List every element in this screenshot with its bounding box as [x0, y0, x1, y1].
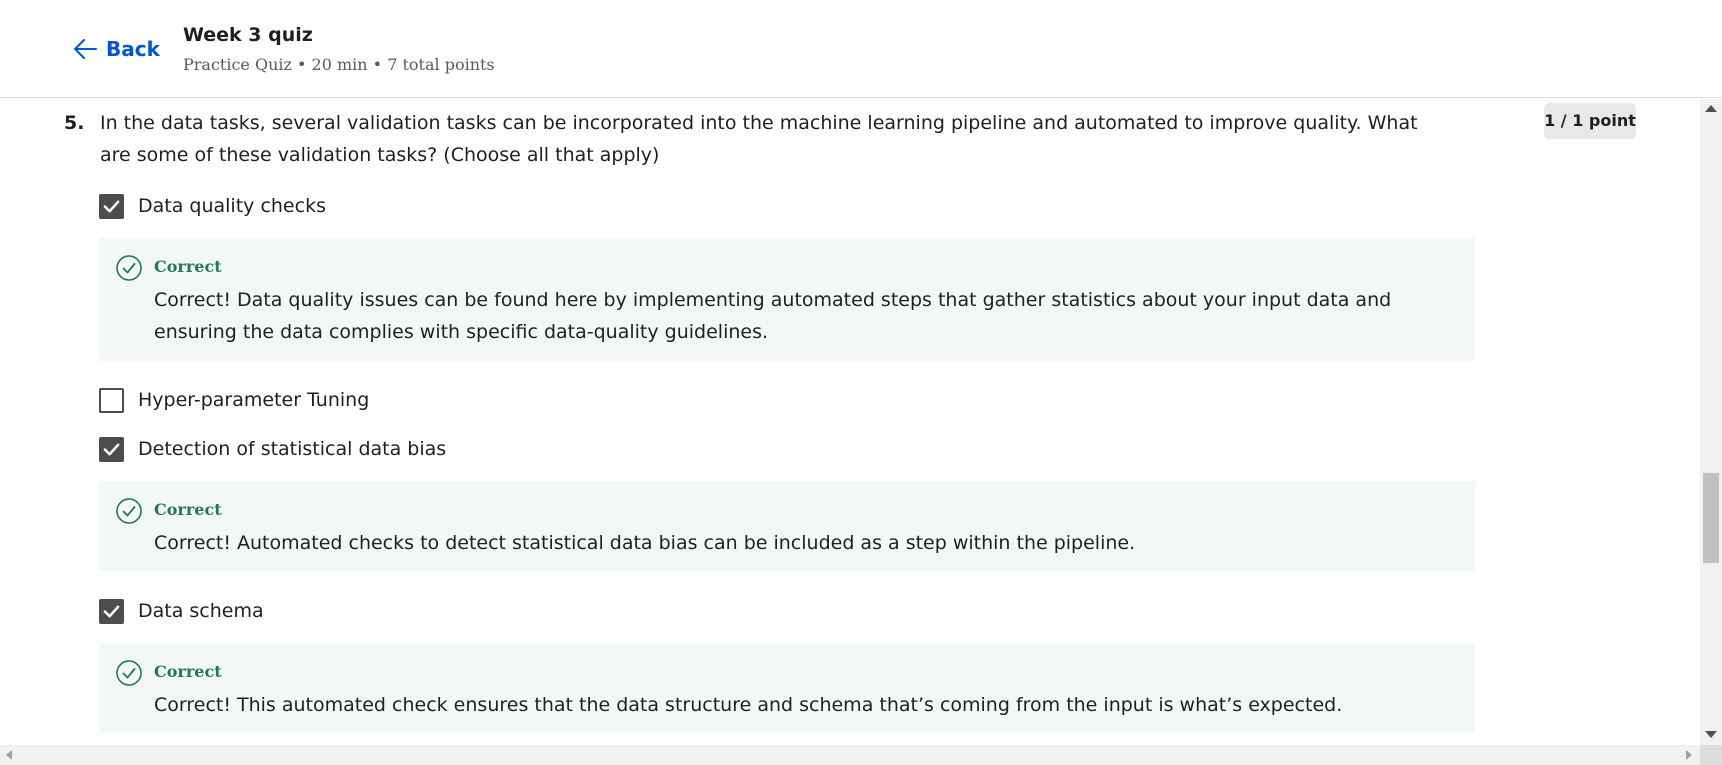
- scroll-up-icon[interactable]: [1705, 105, 1717, 112]
- feedback-correct: Correct Correct! Automated checks to det…: [99, 481, 1475, 571]
- scrollbar-thumb[interactable]: [1703, 473, 1719, 563]
- feedback-correct: Correct Correct! This automated check en…: [99, 643, 1475, 733]
- quiz-content: 5. In the data tasks, several validation…: [0, 99, 1700, 745]
- check-circle-icon: [116, 660, 142, 686]
- quiz-title-block: Week 3 quiz Practice Quiz • 20 min • 7 t…: [183, 22, 495, 76]
- option-label: Hyper-parameter Tuning: [138, 389, 370, 411]
- feedback-title: Correct: [154, 500, 222, 519]
- option-hyper-parameter-tuning[interactable]: Hyper-parameter Tuning: [99, 386, 369, 414]
- horizontal-scrollbar[interactable]: [0, 745, 1700, 765]
- question-text: In the data tasks, several validation ta…: [100, 112, 1418, 166]
- checkbox-unchecked[interactable]: [99, 387, 124, 413]
- option-label: Detection of statistical data bias: [138, 438, 447, 460]
- scroll-right-icon[interactable]: [1686, 750, 1692, 760]
- option-data-quality-checks[interactable]: Data quality checks: [99, 192, 326, 220]
- back-label: Back: [106, 37, 160, 61]
- vertical-scrollbar[interactable]: [1700, 99, 1722, 745]
- check-circle-icon: [116, 255, 142, 281]
- checkmark-icon: [103, 200, 120, 212]
- checkmark-icon: [103, 443, 120, 455]
- back-button[interactable]: Back: [72, 34, 160, 64]
- feedback-correct: Correct Correct! Data quality issues can…: [99, 238, 1475, 361]
- points-badge: 1 / 1 point: [1544, 103, 1636, 139]
- quiz-meta: Practice Quiz • 20 min • 7 total points: [183, 55, 495, 74]
- checkbox-checked[interactable]: [99, 436, 124, 462]
- feedback-text: Correct! This automated check ensures th…: [154, 694, 1343, 716]
- check-circle-icon: [116, 498, 142, 524]
- arrow-left-icon: [74, 39, 97, 59]
- feedback-text: Correct! Data quality issues can be foun…: [154, 289, 1392, 343]
- feedback-text: Correct! Automated checks to detect stat…: [154, 532, 1136, 554]
- checkbox-checked[interactable]: [99, 598, 124, 624]
- feedback-title: Correct: [154, 257, 222, 276]
- checkbox-checked[interactable]: [99, 193, 124, 219]
- option-statistical-data-bias[interactable]: Detection of statistical data bias: [99, 435, 446, 463]
- feedback-title: Correct: [154, 662, 222, 681]
- option-data-schema[interactable]: Data schema: [99, 597, 264, 625]
- quiz-title: Week 3 quiz: [183, 24, 313, 46]
- scroll-down-icon[interactable]: [1705, 731, 1717, 738]
- quiz-header: Back Week 3 quiz Practice Quiz • 20 min …: [0, 0, 1722, 98]
- checkmark-icon: [103, 605, 120, 617]
- option-label: Data quality checks: [138, 195, 326, 217]
- option-label: Data schema: [138, 600, 264, 622]
- scroll-left-icon[interactable]: [6, 750, 12, 760]
- scrollbar-corner: [1700, 745, 1722, 765]
- question-number: 5.: [64, 112, 85, 134]
